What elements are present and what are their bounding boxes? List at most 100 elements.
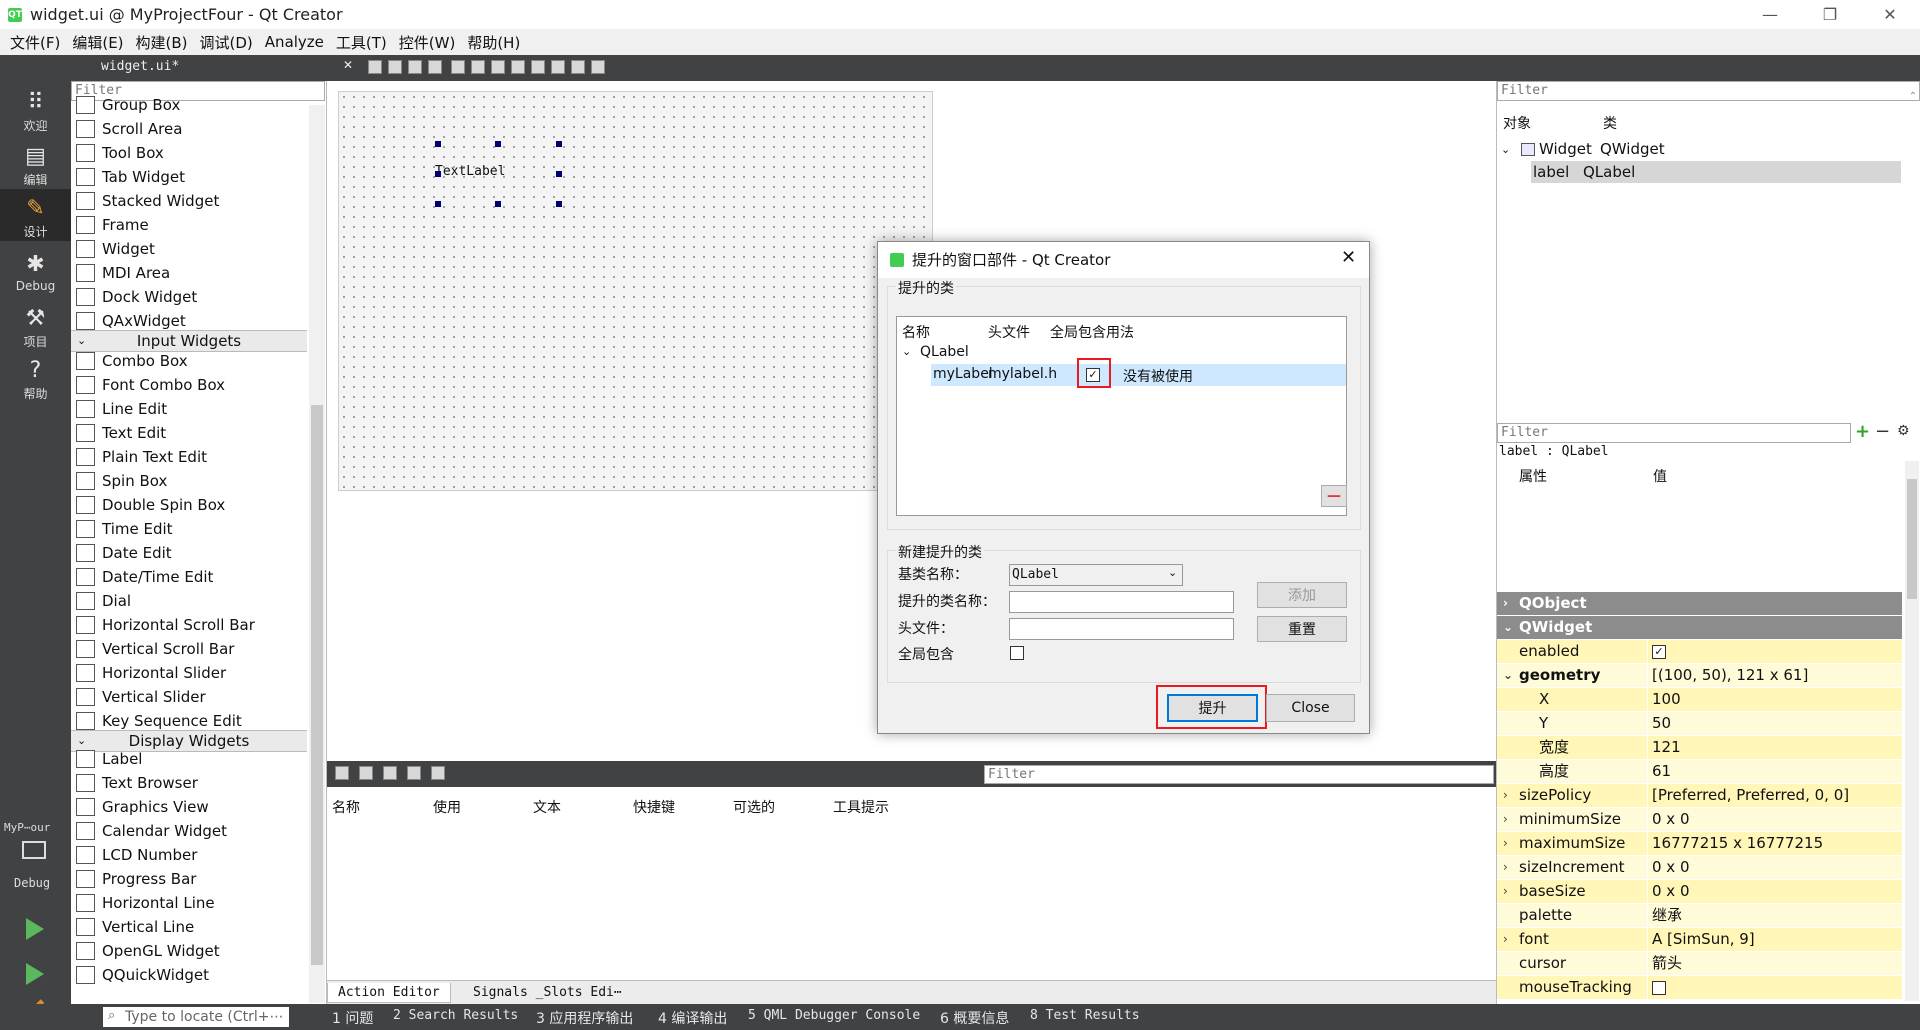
layout-form-icon[interactable] bbox=[531, 60, 545, 74]
global-include-checkbox[interactable] bbox=[1010, 646, 1024, 660]
pe-scrollbar[interactable] bbox=[1905, 461, 1919, 1001]
break-layout-icon[interactable] bbox=[571, 60, 585, 74]
oi-row-widget[interactable]: ⌄ Widget QWidget bbox=[1501, 138, 1901, 160]
widget-box-item[interactable]: Horizontal Line bbox=[71, 891, 307, 915]
property-checkbox[interactable] bbox=[1652, 980, 1666, 995]
debug-run-icon[interactable] bbox=[26, 963, 44, 985]
object-filter-input[interactable]: Filter bbox=[1497, 81, 1920, 101]
sb-compile-output[interactable]: 4 编译输出 bbox=[658, 1008, 727, 1028]
menu-edit[interactable]: 编辑(E) bbox=[66, 32, 129, 53]
sb-search-results[interactable]: 2 Search Results bbox=[393, 1008, 518, 1023]
ae-col-name[interactable]: 名称 bbox=[332, 797, 360, 817]
widget-box-item[interactable]: Group Box bbox=[71, 93, 307, 117]
menu-analyze[interactable]: Analyze bbox=[259, 33, 330, 51]
col-header[interactable]: 头文件 bbox=[988, 322, 1030, 342]
col-global[interactable]: 全局包含 bbox=[1050, 322, 1106, 342]
file-tab[interactable]: widget.ui* bbox=[101, 59, 179, 74]
expand-icon[interactable]: ⌄ bbox=[1503, 616, 1513, 639]
widget-box-item[interactable]: QQuickWidget bbox=[71, 963, 307, 987]
widget-box-item[interactable]: Vertical Line bbox=[71, 915, 307, 939]
pe-col-value[interactable]: 值 bbox=[1653, 466, 1667, 486]
add-button[interactable]: 添加 bbox=[1257, 582, 1347, 608]
property-value[interactable]: 继承 bbox=[1652, 906, 1682, 924]
widget-box-item[interactable]: Progress Bar bbox=[71, 867, 307, 891]
remove-property-icon[interactable]: − bbox=[1875, 421, 1890, 442]
tab-action-editor[interactable]: Action Editor bbox=[327, 983, 451, 1003]
widget-box-item[interactable]: Plain Text Edit bbox=[71, 445, 307, 469]
property-row[interactable]: 高度 61 bbox=[1497, 760, 1902, 784]
close-window-button[interactable]: ✕ bbox=[1860, 0, 1920, 29]
sb-test-results[interactable]: 8 Test Results bbox=[1030, 1008, 1140, 1023]
base-class-select[interactable]: QLabel bbox=[1009, 564, 1183, 586]
expand-icon[interactable]: ⌄ bbox=[902, 345, 911, 358]
oi-row-label[interactable]: label QLabel bbox=[1531, 161, 1901, 183]
ae-col-text[interactable]: 文本 bbox=[533, 797, 561, 817]
property-value[interactable]: 16777215 x 16777215 bbox=[1652, 834, 1823, 852]
close-button[interactable]: Close bbox=[1266, 694, 1355, 722]
oi-scrollbar[interactable]: ⌃ bbox=[1907, 91, 1919, 411]
ae-col-used[interactable]: 使用 bbox=[433, 797, 461, 817]
remove-class-button[interactable]: — bbox=[1321, 485, 1347, 507]
chevron-down-icon[interactable]: ⌄ bbox=[1168, 566, 1177, 579]
new-action-icon[interactable] bbox=[335, 766, 349, 780]
widget-box-item[interactable]: Date Edit bbox=[71, 541, 307, 565]
close-file-icon[interactable]: ✕ bbox=[343, 58, 353, 72]
property-row[interactable]: 宽度 121 bbox=[1497, 736, 1902, 760]
widget-box-item[interactable]: Tab Widget bbox=[71, 165, 307, 189]
configure-property-icon[interactable]: ⚙ bbox=[1897, 423, 1910, 439]
widget-box-item[interactable]: Text Browser bbox=[71, 771, 307, 795]
expand-icon[interactable]: › bbox=[1503, 784, 1508, 807]
oi-col-object[interactable]: 对象 bbox=[1503, 113, 1531, 133]
form-textlabel[interactable]: TextLabel bbox=[435, 164, 505, 179]
edit-buddies-icon[interactable] bbox=[408, 60, 422, 74]
edit-signals-icon[interactable] bbox=[388, 60, 402, 74]
widget-box-item[interactable]: Combo Box bbox=[71, 349, 307, 373]
property-value[interactable]: 0 x 0 bbox=[1652, 810, 1690, 828]
paste-action-icon[interactable] bbox=[383, 766, 397, 780]
resize-handle[interactable] bbox=[556, 141, 562, 147]
widget-box-item[interactable]: Scroll Area bbox=[71, 117, 307, 141]
property-row[interactable]: Y 50 bbox=[1497, 712, 1902, 736]
property-value[interactable]: 121 bbox=[1652, 738, 1681, 756]
promoted-name-input[interactable] bbox=[1009, 591, 1234, 613]
expand-icon[interactable]: › bbox=[1503, 880, 1508, 903]
property-value[interactable]: 50 bbox=[1652, 714, 1671, 732]
locator-input[interactable]: Type to locate (Ctrl+⋯ bbox=[103, 1007, 289, 1027]
property-group-qwidget[interactable]: ⌄ QWidget bbox=[1497, 616, 1902, 639]
menu-debug[interactable]: 调试(D) bbox=[194, 32, 259, 53]
add-dynamic-property-icon[interactable]: + bbox=[1855, 421, 1870, 442]
property-row[interactable]: baseSize › 0 x 0 bbox=[1497, 880, 1902, 904]
sb-general-messages[interactable]: 6 概要信息 bbox=[940, 1008, 1009, 1028]
mode-welcome[interactable]: ⠿ 欢迎 bbox=[0, 83, 71, 135]
dialog-close-icon[interactable]: ✕ bbox=[1341, 247, 1356, 268]
sb-qml-console[interactable]: 5 QML Debugger Console bbox=[748, 1008, 920, 1023]
widget-box-item[interactable]: Double Spin Box bbox=[71, 493, 307, 517]
property-row[interactable]: X 100 bbox=[1497, 688, 1902, 712]
mode-projects[interactable]: ⚒ 项目 bbox=[0, 299, 71, 351]
pe-col-property[interactable]: 属性 bbox=[1519, 466, 1547, 486]
ae-col-tooltip[interactable]: 工具提示 bbox=[833, 797, 889, 817]
expand-icon[interactable]: ⌄ bbox=[1501, 143, 1515, 156]
property-row[interactable]: enabled ✓ bbox=[1497, 640, 1902, 664]
expand-icon[interactable]: ⌄ bbox=[1503, 664, 1513, 687]
menu-tools[interactable]: 工具(T) bbox=[330, 32, 393, 53]
configure-icon[interactable] bbox=[431, 766, 445, 780]
copy-action-icon[interactable] bbox=[359, 766, 373, 780]
widget-box-item[interactable]: Tool Box bbox=[71, 141, 307, 165]
widget-box-item[interactable]: MDI Area bbox=[71, 261, 307, 285]
property-row[interactable]: sizeIncrement › 0 x 0 bbox=[1497, 856, 1902, 880]
expand-icon[interactable]: › bbox=[1503, 928, 1508, 951]
oi-col-class[interactable]: 类 bbox=[1603, 113, 1617, 133]
property-group-qobject[interactable]: › QObject bbox=[1497, 592, 1902, 615]
tab-signals-slots[interactable]: Signals _Slots Edi⋯ bbox=[463, 983, 632, 1003]
kit-project[interactable]: MyP⋯our bbox=[4, 821, 50, 834]
property-value[interactable]: [Preferred, Preferred, 0, 0] bbox=[1652, 786, 1849, 804]
property-row[interactable]: cursor 箭头 bbox=[1497, 952, 1902, 976]
menu-build[interactable]: 构建(B) bbox=[130, 32, 194, 53]
widget-box-item[interactable]: Dial bbox=[71, 589, 307, 613]
ae-col-checkable[interactable]: 可选的 bbox=[733, 797, 775, 817]
widget-box-item[interactable]: LCD Number bbox=[71, 843, 307, 867]
col-name[interactable]: 名称 bbox=[902, 322, 930, 342]
mode-design[interactable]: ✎ 设计 bbox=[0, 189, 71, 241]
property-value[interactable]: 0 x 0 bbox=[1652, 858, 1690, 876]
